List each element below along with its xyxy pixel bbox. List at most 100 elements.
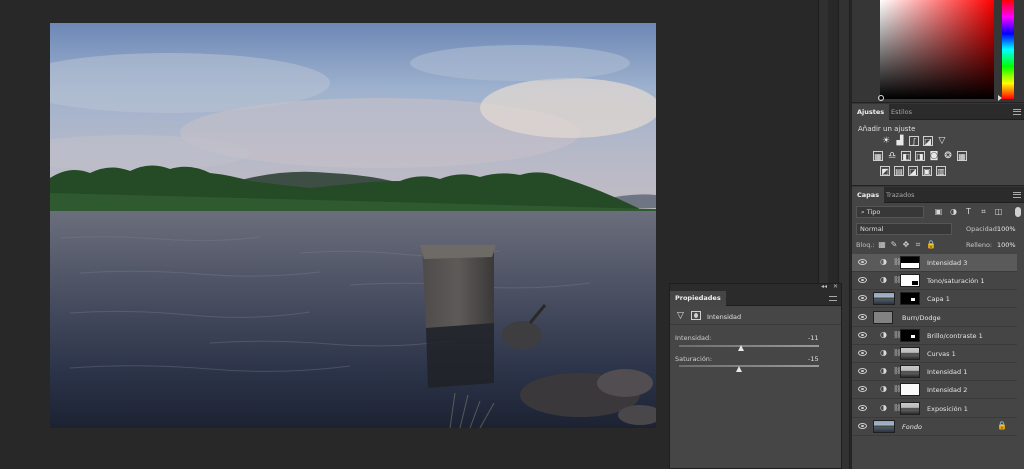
saturation-slider-track[interactable] bbox=[679, 365, 819, 367]
vibrance-slider-thumb[interactable] bbox=[738, 345, 745, 351]
layer-mask-thumbnail[interactable] bbox=[900, 383, 920, 397]
saturation-slider-thumb[interactable] bbox=[735, 366, 742, 372]
channel-mixer-icon[interactable]: ❂ bbox=[943, 151, 953, 161]
mask-link-icon[interactable]: ⛓ bbox=[893, 384, 902, 394]
blend-mode-select[interactable]: Normal bbox=[856, 223, 952, 235]
tab-estilos[interactable]: Estilos bbox=[886, 104, 917, 120]
layer-row[interactable]: Capa 1 bbox=[852, 290, 1017, 309]
layer-row[interactable]: ◑ ⛓ Brillo/contraste 1 bbox=[852, 327, 1017, 345]
layer-mask-thumbnail[interactable] bbox=[900, 274, 920, 288]
visibility-eye-icon[interactable] bbox=[858, 259, 867, 265]
pixel-filter-icon[interactable]: ▣ bbox=[934, 207, 943, 216]
posterize-icon[interactable]: ▤ bbox=[894, 166, 904, 176]
mask-link-icon[interactable]: ⛓ bbox=[893, 330, 902, 340]
color-balance-icon[interactable]: ◧ bbox=[901, 151, 911, 161]
lock-position-icon[interactable]: ✥ bbox=[902, 240, 910, 249]
layer-row[interactable]: ◑ ⛓ Intensidad 3 bbox=[852, 254, 1017, 272]
smart-object-filter-icon[interactable]: ◫ bbox=[994, 207, 1003, 216]
opacity-input[interactable]: 100% bbox=[997, 225, 1016, 233]
color-saturation-field[interactable] bbox=[880, 0, 994, 99]
close-icon[interactable]: ✕ bbox=[833, 283, 838, 290]
tab-trazados[interactable]: Trazados bbox=[881, 187, 920, 203]
hue-slider[interactable] bbox=[1002, 0, 1014, 99]
adjustment-layer-icon[interactable]: ◑ bbox=[879, 275, 888, 284]
layer-mask-thumbnail[interactable] bbox=[900, 347, 920, 360]
layers-panel-menu-button[interactable] bbox=[1013, 192, 1021, 198]
layer-filter-toggle[interactable] bbox=[1015, 207, 1021, 217]
layer-mask-icon[interactable] bbox=[691, 311, 701, 320]
lock-image-pixels-icon[interactable]: ✎ bbox=[890, 240, 898, 249]
mask-link-icon[interactable]: ⛓ bbox=[893, 275, 902, 285]
tab-propiedades[interactable]: Propiedades bbox=[670, 291, 726, 306]
adjustment-layer-icon[interactable]: ◑ bbox=[879, 330, 888, 339]
layer-row[interactable]: Fondo 🔒 bbox=[852, 418, 1017, 436]
layer-row[interactable]: ◑ ⛓ Tono/saturación 1 bbox=[852, 272, 1017, 291]
mask-link-icon[interactable]: ⛓ bbox=[893, 366, 902, 376]
vibrance-slider-track[interactable] bbox=[679, 345, 819, 347]
curves-icon[interactable]: ∫ bbox=[909, 136, 919, 146]
adjustment-layer-icon[interactable]: ◑ bbox=[879, 403, 888, 412]
layer-row[interactable]: ◑ ⛓ Curvas 1 bbox=[852, 345, 1017, 363]
lock-transparent-pixels-icon[interactable]: ▦ bbox=[878, 240, 886, 249]
levels-icon[interactable]: ▟ bbox=[895, 136, 905, 146]
adjustments-panel-menu-button[interactable] bbox=[1013, 109, 1021, 115]
hue-saturation-icon[interactable]: ♎ bbox=[887, 151, 897, 161]
layer-row[interactable]: Burn/Dodge bbox=[852, 309, 1017, 327]
layer-filter-kind-select[interactable]: ⌕ Tipo bbox=[856, 206, 924, 218]
layer-mask-thumbnail[interactable] bbox=[900, 256, 920, 269]
black-white-icon[interactable]: ◨ bbox=[915, 151, 925, 161]
layer-mask-thumbnail[interactable] bbox=[900, 328, 920, 342]
collapse-icon[interactable]: ◂◂ bbox=[821, 283, 827, 290]
hue-slider-handle[interactable] bbox=[998, 95, 1002, 101]
color-picker-cursor[interactable] bbox=[878, 95, 884, 101]
visibility-eye-icon[interactable] bbox=[858, 350, 867, 356]
visibility-eye-icon[interactable] bbox=[858, 295, 867, 302]
brightness-icon[interactable]: ☀ bbox=[881, 136, 891, 146]
gradient-triangle-icon[interactable]: ▽ bbox=[937, 136, 947, 146]
mask-link-icon[interactable]: ⛓ bbox=[893, 257, 902, 267]
mask-link-icon[interactable]: ⛓ bbox=[893, 348, 902, 358]
fill-input[interactable]: 100% bbox=[997, 241, 1016, 249]
layer-thumbnail[interactable] bbox=[873, 310, 893, 324]
visibility-eye-icon[interactable] bbox=[858, 386, 867, 393]
properties-panel-titlebar[interactable]: ◂◂ ✕ bbox=[670, 283, 841, 291]
vibrance-value[interactable]: -11 bbox=[808, 334, 819, 342]
adjustment-layer-icon[interactable]: ◑ bbox=[879, 257, 888, 266]
photo-filter-icon[interactable]: ◙ bbox=[929, 151, 939, 161]
type-filter-icon[interactable]: T bbox=[964, 207, 973, 216]
visibility-eye-icon[interactable] bbox=[858, 422, 867, 429]
tab-capas[interactable]: Capas bbox=[852, 187, 885, 203]
layer-thumbnail[interactable] bbox=[873, 292, 895, 306]
lock-all-icon[interactable]: 🔒 bbox=[926, 240, 936, 249]
visibility-eye-icon[interactable] bbox=[858, 313, 867, 320]
visibility-eye-icon[interactable] bbox=[858, 404, 867, 411]
lock-artboard-icon[interactable]: ⌗ bbox=[914, 240, 922, 249]
exposure-icon[interactable]: ◪ bbox=[923, 136, 933, 146]
layer-mask-thumbnail[interactable] bbox=[900, 292, 920, 306]
layer-thumbnail[interactable] bbox=[873, 419, 895, 433]
mask-link-icon[interactable]: ⛓ bbox=[893, 403, 902, 413]
saturation-value[interactable]: -15 bbox=[808, 355, 819, 363]
visibility-eye-icon[interactable] bbox=[858, 331, 867, 338]
layer-row[interactable]: ◑ ⛓ Exposición 1 bbox=[852, 400, 1017, 418]
layer-mask-thumbnail[interactable] bbox=[900, 365, 920, 379]
adjustment-layer-icon[interactable]: ◑ bbox=[879, 348, 888, 357]
properties-panel-menu-button[interactable] bbox=[829, 296, 837, 301]
tab-ajustes[interactable]: Ajustes bbox=[852, 104, 890, 120]
layer-row[interactable]: ◑ ⛓ Intensidad 1 bbox=[852, 363, 1017, 382]
color-lookup-icon[interactable]: ▦ bbox=[957, 151, 967, 161]
document-image[interactable] bbox=[50, 23, 656, 428]
invert-icon[interactable]: ◩ bbox=[880, 166, 890, 176]
gradient-map-icon[interactable]: ▥ bbox=[936, 166, 946, 176]
adjustment-layer-icon[interactable]: ◑ bbox=[879, 384, 888, 393]
selective-color-icon[interactable]: ▣ bbox=[922, 166, 932, 176]
visibility-eye-icon[interactable] bbox=[858, 277, 867, 284]
adjustment-filter-icon[interactable]: ◑ bbox=[949, 207, 958, 216]
threshold-icon[interactable]: ◪ bbox=[908, 166, 918, 176]
vibrance-icon[interactable]: ▦ bbox=[873, 151, 883, 161]
adjustment-layer-icon[interactable]: ◑ bbox=[879, 366, 888, 375]
shape-filter-icon[interactable]: ⌗ bbox=[979, 207, 988, 216]
vibrance-adjustment-icon[interactable]: ▽ bbox=[677, 311, 684, 321]
layer-row[interactable]: ◑ ⛓ Intensidad 2 bbox=[852, 381, 1017, 400]
layer-mask-thumbnail[interactable] bbox=[900, 401, 920, 415]
